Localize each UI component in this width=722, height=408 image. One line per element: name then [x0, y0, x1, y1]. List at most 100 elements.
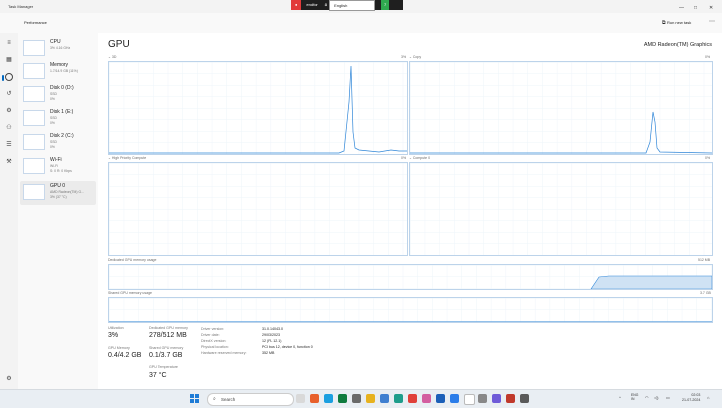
- prop-directx-value: 12 (FL 12.1): [262, 339, 282, 343]
- shared-memory-label: Shared GPU memory usage: [108, 291, 152, 295]
- utilization-value: 3%: [108, 332, 119, 339]
- sidebar-item-wifi[interactable]: Wi-Fi Wi-Fi S: 0 R: 0 Kbps: [20, 155, 96, 179]
- taskbar-app-edge[interactable]: [394, 394, 403, 403]
- graph-shared-memory: [108, 297, 713, 323]
- more-options-button[interactable]: ⋯: [709, 18, 715, 25]
- graph-3d-line: [109, 65, 407, 154]
- memory-thumbnail: [23, 63, 45, 79]
- taskbar-app-chrome[interactable]: [408, 394, 417, 403]
- graph-compute0: [409, 162, 713, 256]
- performance-icon[interactable]: [2, 73, 13, 81]
- section-title: Performance: [24, 20, 47, 25]
- taskbar-app-8[interactable]: [492, 394, 501, 403]
- prop-driver-version-value: 31.0.14043.0: [262, 327, 283, 331]
- taskbar-app-excel[interactable]: [338, 394, 347, 403]
- recording-indicator[interactable]: ●: [291, 0, 302, 10]
- taskbar-search[interactable]: ⌕ Search: [207, 393, 294, 406]
- utilization-label: Utilization: [108, 326, 124, 330]
- gpu-name: AMD Radeon(TM) Graphics: [643, 42, 712, 48]
- page-title: GPU: [108, 39, 130, 50]
- resource-sidebar: CPU 3% 4.16 GHz Memory 1.7/14.9 GB (11%)…: [18, 33, 98, 389]
- overlay-badge[interactable]: 7: [381, 0, 390, 10]
- shared-memory-line: [109, 321, 712, 322]
- taskbar-app-explorer[interactable]: [366, 394, 375, 403]
- graph-3d-value: 3%: [401, 55, 407, 59]
- sidebar-item-disk1[interactable]: Disk 1 (E:) SSD 0%: [20, 107, 96, 131]
- graph-compute0-label[interactable]: ⌄ Compute 0: [409, 156, 430, 160]
- graph-3d: [108, 61, 408, 155]
- prop-driver-version-label: Driver version:: [201, 327, 225, 331]
- details-icon[interactable]: ☰: [5, 141, 13, 149]
- graph-3d-label[interactable]: ⌄ 3D: [108, 55, 116, 59]
- shared-memory-max: 3.7 GB: [700, 291, 711, 295]
- search-icon: ⌕: [213, 396, 216, 402]
- battery-icon[interactable]: ▭: [666, 395, 670, 400]
- wifi-icon[interactable]: ◠: [645, 395, 649, 400]
- graph-copy-label[interactable]: ⌄ Copy: [409, 55, 421, 59]
- taskbar-app-3[interactable]: [380, 394, 389, 403]
- gpu-memory-label: GPU Memory: [108, 346, 130, 350]
- gpu-panel: GPU AMD Radeon(TM) Graphics ⌄ 3D 3% ⌄ Co…: [98, 33, 722, 389]
- users-icon[interactable]: ⚇: [5, 124, 13, 132]
- dedicated-gpu-memory-value: 278/512 MB: [149, 332, 187, 339]
- clock-date: 21-07-2024: [682, 398, 701, 402]
- volume-icon[interactable]: ◁): [654, 395, 658, 400]
- settings-icon[interactable]: ⚙: [5, 375, 13, 383]
- overlay-close[interactable]: [389, 0, 404, 10]
- graph-high-priority-compute: [108, 162, 408, 256]
- dedicated-memory-label: Dedicated GPU memory usage: [108, 258, 157, 262]
- taskbar-app-1[interactable]: [324, 394, 333, 403]
- notification-icon[interactable]: ⌂: [707, 395, 709, 400]
- language-select[interactable]: English: [329, 0, 376, 11]
- window-title: Task Manager: [8, 4, 34, 9]
- taskbar-app-5[interactable]: [450, 394, 459, 403]
- sidebar-item-disk2[interactable]: Disk 2 (C:) SSD 0%: [20, 131, 96, 155]
- prop-reserved-label: Hardware reserved memory:: [201, 351, 247, 355]
- recording-overlay: ● endfor ⍝ English 7: [291, 0, 404, 11]
- windows-logo-icon: [190, 394, 195, 399]
- graph-copy-line: [410, 111, 712, 154]
- tray-chevron-icon[interactable]: ^: [619, 395, 621, 400]
- graph-hpc-label[interactable]: ⌄ High Priority Compute: [108, 156, 146, 160]
- processes-icon[interactable]: ▦: [5, 56, 13, 64]
- wifi-thumbnail: [23, 158, 45, 174]
- gpu-temperature-value: 37 °C: [149, 372, 167, 379]
- cpu-thumbnail: [23, 40, 45, 56]
- graph-copy: [409, 61, 713, 155]
- graph-copy-value: 0%: [705, 55, 711, 59]
- shared-gpu-memory-value: 0.1/3.7 GB: [149, 352, 183, 359]
- prop-driver-date-value: 29/03/2023: [262, 333, 280, 337]
- taskbar-app-task-view[interactable]: [296, 394, 305, 403]
- sidebar-item-memory[interactable]: Memory 1.7/14.9 GB (11%): [20, 60, 96, 84]
- startup-apps-icon[interactable]: ⚙: [5, 107, 13, 115]
- taskbar-app-brave[interactable]: [310, 394, 319, 403]
- taskbar-app-7[interactable]: [478, 394, 487, 403]
- taskbar-app-task-manager[interactable]: [520, 394, 529, 403]
- recording-label: endfor: [301, 0, 323, 10]
- gpu-memory-value: 0.4/4.2 GB: [108, 352, 142, 359]
- shared-gpu-memory-label: Shared GPU memory: [149, 346, 184, 350]
- prop-driver-date-label: Driver date:: [201, 333, 220, 337]
- tray-language[interactable]: ENG IN: [631, 393, 638, 401]
- services-icon[interactable]: ⚒: [5, 158, 13, 166]
- disk2-thumbnail: [23, 134, 45, 150]
- run-new-task-button[interactable]: ⧉ Run new task: [662, 20, 691, 26]
- sidebar-item-disk0[interactable]: Disk 0 (D:) SSD 0%: [20, 83, 96, 107]
- start-button[interactable]: [190, 394, 199, 403]
- sidebar-item-gpu0[interactable]: GPU 0 AMD Radeon(TM) G... 3% (37 °C): [20, 181, 96, 205]
- gpu0-thumbnail: [23, 184, 45, 200]
- disk1-thumbnail: [23, 110, 45, 126]
- graph-dedicated-memory: [108, 264, 713, 290]
- taskbar-app-2[interactable]: [352, 394, 361, 403]
- taskbar-app-4[interactable]: [422, 394, 431, 403]
- dedicated-memory-area: [590, 275, 712, 289]
- clock[interactable]: 02:03 21-07-2024: [682, 393, 700, 403]
- taskbar-app-word[interactable]: [436, 394, 445, 403]
- taskbar-app-9[interactable]: [506, 394, 515, 403]
- app-history-icon[interactable]: ↺: [5, 90, 13, 98]
- nav-rail: ≡ ▦ ↺ ⚙ ⚇ ☰ ⚒ ⚙: [0, 33, 18, 389]
- taskbar-app-6[interactable]: [464, 394, 475, 405]
- hamburger-icon[interactable]: ≡: [5, 39, 13, 47]
- sidebar-item-cpu[interactable]: CPU 3% 4.16 GHz: [20, 37, 96, 61]
- graph-hpc-value: 0%: [401, 156, 407, 160]
